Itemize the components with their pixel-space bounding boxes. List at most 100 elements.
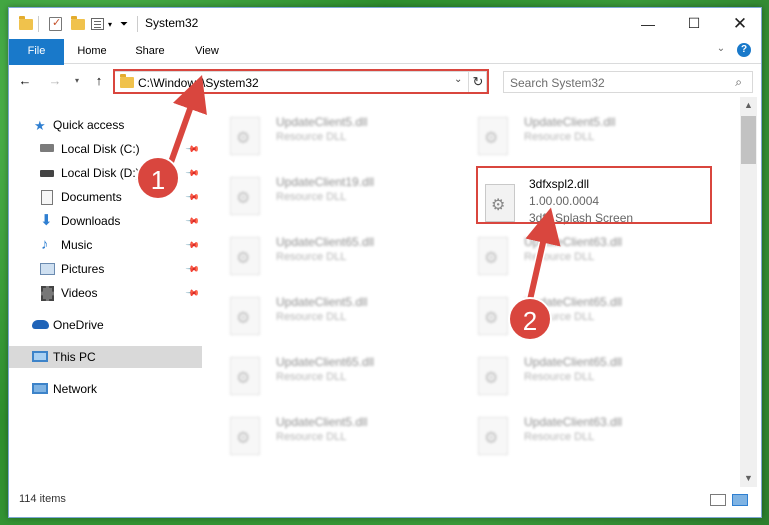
new-folder-icon[interactable] <box>71 15 85 33</box>
dll-file-icon <box>478 357 508 395</box>
file-item[interactable]: UpdateClient5.dll Resource DLL <box>204 107 444 163</box>
tab-home[interactable]: Home <box>66 39 118 63</box>
nav-item-network[interactable]: Network <box>9 378 202 400</box>
separator <box>38 15 39 33</box>
pin-icon[interactable]: 📌 <box>185 213 200 229</box>
nav-item-onedrive[interactable]: OneDrive <box>9 314 202 336</box>
file-item[interactable]: UpdateClient5.dll Resource DLL <box>452 107 692 163</box>
large-icons-view-icon[interactable] <box>732 494 748 506</box>
vertical-scrollbar[interactable]: ▲ ▼ <box>740 97 757 487</box>
file-name: UpdateClient5.dll <box>276 115 368 129</box>
recent-locations-icon[interactable]: ▾ <box>71 72 83 90</box>
nav-item-local-disk-c[interactable]: Local Disk (C:) 📌 <box>9 138 202 160</box>
file-type: Resource DLL <box>524 371 595 383</box>
up-button[interactable]: ↑ <box>89 72 109 90</box>
file-item[interactable]: UpdateClient63.dll Resource DLL <box>452 227 692 283</box>
search-input[interactable]: Search System32 ⌕ <box>503 71 753 93</box>
nav-item-music[interactable]: ♪ Music 📌 <box>9 234 202 256</box>
nav-item-videos[interactable]: Videos 📌 <box>9 282 202 304</box>
file-type: Resource DLL <box>276 131 347 143</box>
nav-label: Local Disk (C:) <box>61 142 140 156</box>
close-button[interactable]: ✕ <box>717 8 761 39</box>
pin-icon[interactable]: 📌 <box>185 189 200 205</box>
minimize-button[interactable]: — <box>625 8 671 39</box>
dll-file-icon <box>230 237 260 275</box>
nav-item-quick-access[interactable]: ★ Quick access <box>9 114 202 136</box>
file-type: Resource DLL <box>524 251 595 263</box>
file-item[interactable]: UpdateClient5.dll Resource DLL <box>204 287 444 343</box>
forward-button[interactable]: → <box>45 72 65 90</box>
file-item[interactable]: UpdateClient65.dll Resource DLL <box>452 287 692 343</box>
file-type: Resource DLL <box>276 251 347 263</box>
dll-file-icon <box>230 177 260 215</box>
dll-file-icon <box>230 357 260 395</box>
search-placeholder: Search System32 <box>510 76 605 90</box>
pin-icon[interactable]: 📌 <box>185 237 200 253</box>
scroll-thumb[interactable] <box>741 116 756 164</box>
file-item[interactable]: UpdateClient65.dll Resource DLL <box>452 347 692 403</box>
file-list: UpdateClient5.dll Resource DLL UpdateCli… <box>204 97 740 487</box>
details-view-icon[interactable] <box>710 494 726 506</box>
file-item[interactable]: UpdateClient19.dll Resource DLL <box>204 167 444 223</box>
videos-icon <box>41 286 54 301</box>
pin-icon[interactable]: 📌 <box>185 285 200 301</box>
dll-file-icon <box>478 117 508 155</box>
nav-label: Quick access <box>53 118 125 132</box>
file-name: UpdateClient5.dll <box>276 415 368 429</box>
drive-icon <box>40 170 54 177</box>
nav-label: Downloads <box>61 214 121 228</box>
scroll-up-icon[interactable]: ▲ <box>740 97 757 114</box>
nav-item-pictures[interactable]: Pictures 📌 <box>9 258 202 280</box>
documents-icon <box>41 190 53 205</box>
callout-1: 1 <box>136 156 180 200</box>
dll-file-icon <box>478 417 508 455</box>
network-icon <box>32 383 48 394</box>
file-item[interactable]: UpdateClient65.dll Resource DLL <box>204 347 444 403</box>
back-button[interactable]: ← <box>15 72 35 90</box>
scroll-down-icon[interactable]: ▼ <box>740 470 757 487</box>
file-name: UpdateClient5.dll <box>524 115 616 129</box>
pictures-icon <box>40 263 55 275</box>
pin-icon[interactable]: 📌 <box>185 261 200 277</box>
file-type: Resource DLL <box>276 371 347 383</box>
file-item[interactable]: UpdateClient63.dll Resource DLL <box>452 407 692 463</box>
item-count: 114 items <box>19 493 66 505</box>
pin-icon[interactable]: 📌 <box>185 141 200 157</box>
ribbon-tabs: File Home Share View ⌄ ? <box>9 39 761 95</box>
window-title: System32 <box>145 16 199 30</box>
nav-label: Music <box>61 238 93 252</box>
tab-share[interactable]: Share <box>122 39 178 63</box>
file-item[interactable]: UpdateClient5.dll Resource DLL <box>204 407 444 463</box>
folder-icon <box>19 15 33 33</box>
dll-file-icon <box>478 297 508 335</box>
nav-item-downloads[interactable]: ⬇ Downloads 📌 <box>9 210 202 232</box>
cloud-icon <box>32 320 49 329</box>
pc-icon <box>32 351 48 362</box>
title-bar: ▾ ⏷ System32 — ☐ ✕ <box>9 8 761 39</box>
status-bar: 114 items <box>9 488 761 517</box>
dll-file-icon <box>230 297 260 335</box>
file-name: UpdateClient65.dll <box>276 355 375 369</box>
customize-toolbar-icon[interactable]: ⏷ <box>120 15 128 33</box>
tab-view[interactable]: View <box>181 39 233 63</box>
file-name: UpdateClient19.dll <box>276 175 375 189</box>
help-icon[interactable]: ? <box>737 43 751 57</box>
file-type: Resource DLL <box>276 311 347 323</box>
maximize-button[interactable]: ☐ <box>671 8 717 39</box>
navigation-pane: ★ Quick access Local Disk (C:) 📌 Local D… <box>9 97 202 487</box>
file-name: UpdateClient63.dll <box>524 415 623 429</box>
file-type: Resource DLL <box>524 131 595 143</box>
drive-icon <box>40 144 54 152</box>
properties-icon[interactable] <box>91 15 104 33</box>
search-icon: ⌕ <box>735 75 742 89</box>
dll-file-icon <box>230 117 260 155</box>
nav-item-this-pc[interactable]: This PC <box>9 346 202 368</box>
properties-check-icon[interactable] <box>49 15 62 33</box>
nav-label: Documents <box>61 190 122 204</box>
pin-icon[interactable]: 📌 <box>185 165 200 181</box>
file-name: UpdateClient5.dll <box>276 295 368 309</box>
chevron-down-icon[interactable]: ⌄ <box>714 43 728 57</box>
file-explorer-window: ▾ ⏷ System32 — ☐ ✕ File Home Share View … <box>8 7 762 518</box>
chevron-down-icon[interactable]: ▾ <box>108 15 112 33</box>
file-item[interactable]: UpdateClient65.dll Resource DLL <box>204 227 444 283</box>
